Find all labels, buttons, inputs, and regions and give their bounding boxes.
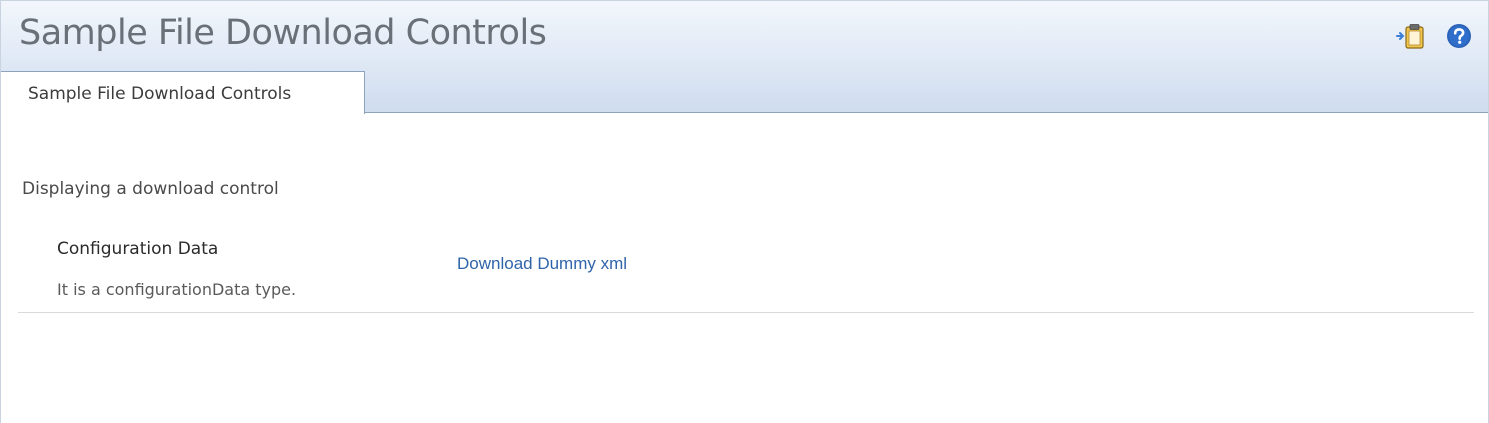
download-dummy-xml-link[interactable]: Download Dummy xml bbox=[457, 254, 627, 274]
app-window: Sample File Download Controls Sample Fil… bbox=[0, 0, 1489, 423]
configuration-data-description: It is a configurationData type. bbox=[57, 280, 297, 299]
configuration-data-label: Configuration Data bbox=[57, 239, 219, 259]
tab-strip: Sample File Download Controls bbox=[1, 71, 1488, 114]
page-header: Sample File Download Controls Sample Fil… bbox=[1, 1, 1488, 114]
section-heading: Displaying a download control bbox=[22, 179, 279, 199]
help-icon[interactable] bbox=[1446, 23, 1472, 49]
field-divider bbox=[18, 312, 1474, 313]
add-to-clipboard-icon[interactable] bbox=[1396, 23, 1426, 49]
page-title: Sample File Download Controls bbox=[19, 13, 547, 53]
header-toolbar bbox=[1396, 23, 1472, 49]
tab-sample-file-download-controls[interactable]: Sample File Download Controls bbox=[1, 71, 365, 114]
